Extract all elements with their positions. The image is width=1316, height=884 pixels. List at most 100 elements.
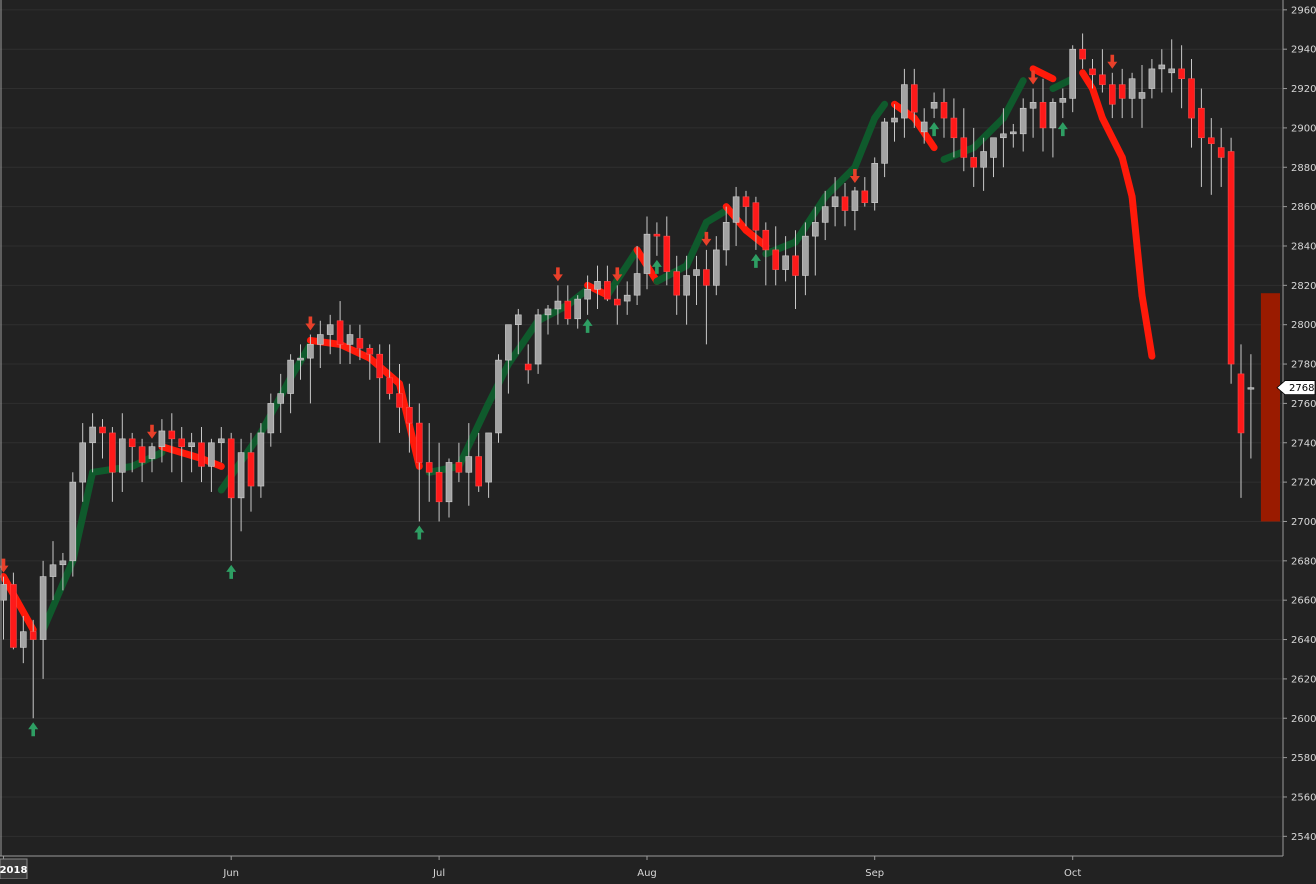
candle-body-21 xyxy=(208,442,215,467)
candle-20 xyxy=(198,427,205,483)
candle-98 xyxy=(970,127,978,187)
candle-body-104 xyxy=(1029,102,1037,109)
candle-body-37 xyxy=(366,348,374,355)
candle-body-52 xyxy=(514,314,522,325)
trailing-stop-segment-52 xyxy=(1029,65,1057,83)
candle-100 xyxy=(990,137,997,178)
candle-117 xyxy=(1158,49,1166,93)
candle-body-13 xyxy=(128,438,136,447)
trailing-stop-segment-5 xyxy=(128,449,166,470)
candle-body-89 xyxy=(881,121,888,164)
candle-113 xyxy=(1118,68,1126,119)
candle-body-87 xyxy=(861,190,869,203)
candle-28 xyxy=(277,373,285,433)
candle-body-110 xyxy=(1089,68,1096,76)
candle-body-38 xyxy=(376,353,384,379)
candle-70 xyxy=(693,255,700,306)
x-tick-label-Oct: Oct xyxy=(1064,868,1081,879)
candle-body-77 xyxy=(762,229,770,251)
y-tick-label-2940: 2940 xyxy=(1291,45,1316,56)
last-price-tag: 2768 xyxy=(1276,380,1316,396)
candle-45 xyxy=(445,458,453,518)
candle-109 xyxy=(1079,33,1086,69)
candle-59 xyxy=(584,275,591,315)
candle-48 xyxy=(475,432,483,492)
candle-74 xyxy=(732,186,740,246)
candle-99 xyxy=(980,137,987,191)
candle-body-18 xyxy=(178,438,185,447)
trailing-stop-segment-20 xyxy=(455,399,493,470)
y-tick-label-2540: 2540 xyxy=(1291,832,1316,843)
candle-72 xyxy=(712,236,720,296)
candle-body-54 xyxy=(534,314,542,365)
x-tick-label-Jun: Jun xyxy=(222,868,239,879)
candle-78 xyxy=(772,226,780,286)
trailing-stop-segment-41 xyxy=(821,163,859,201)
candle-60 xyxy=(594,265,601,309)
candle-119 xyxy=(1178,45,1185,109)
y-tick-label-2580: 2580 xyxy=(1291,753,1316,764)
y-tick-label-2900: 2900 xyxy=(1291,123,1316,134)
candle-body-105 xyxy=(1039,102,1047,129)
x-tick-label-Jul: Jul xyxy=(432,868,445,879)
candle-27 xyxy=(267,393,275,447)
candle-body-120 xyxy=(1188,78,1195,119)
candle-body-97 xyxy=(960,137,968,158)
y-tick-label-2760: 2760 xyxy=(1291,399,1316,410)
candle-53 xyxy=(524,344,532,384)
trailing-stop-segment-34 xyxy=(702,207,730,226)
candle-body-42 xyxy=(415,422,423,463)
candle-66 xyxy=(653,222,661,256)
candle-body-22 xyxy=(218,438,225,444)
candle-body-62 xyxy=(613,298,621,306)
candle-body-7 xyxy=(69,481,77,562)
candle-body-71 xyxy=(703,269,710,286)
candle-body-74 xyxy=(732,196,740,223)
candle-120 xyxy=(1188,59,1195,148)
candle-body-92 xyxy=(910,84,918,113)
candle-body-8 xyxy=(79,442,86,483)
candle-body-109 xyxy=(1079,48,1086,60)
candle-7 xyxy=(69,472,77,577)
candle-body-53 xyxy=(524,363,532,371)
candle-44 xyxy=(435,442,443,522)
x-tick-label-Sep: Sep xyxy=(865,868,884,879)
candle-123 xyxy=(1217,127,1225,187)
candle-body-17 xyxy=(168,430,176,440)
candle-body-118 xyxy=(1168,68,1175,74)
candle-body-67 xyxy=(663,235,671,272)
candle-body-66 xyxy=(653,233,661,237)
candle-14 xyxy=(138,438,146,483)
candle-body-85 xyxy=(841,196,849,211)
trailing-stop-segment-11 xyxy=(257,374,295,437)
candle-106 xyxy=(1049,98,1057,158)
candle-8 xyxy=(79,423,86,502)
candle-body-41 xyxy=(406,407,413,424)
candle-body-88 xyxy=(871,163,879,203)
candle-97 xyxy=(960,108,968,172)
candle-125 xyxy=(1237,344,1245,498)
price-zone-layer xyxy=(1260,293,1280,522)
candle-57 xyxy=(564,285,572,325)
candle-122 xyxy=(1208,118,1215,195)
candle-body-30 xyxy=(297,357,304,361)
trailing-stop-segment-15 xyxy=(336,340,374,362)
candle-body-100 xyxy=(990,137,997,158)
trailing-stop-segment-60 xyxy=(1128,193,1146,299)
candle-body-108 xyxy=(1069,48,1076,99)
candle-42 xyxy=(415,403,423,522)
buy-arrow-icon-15 xyxy=(1057,122,1068,137)
trailing-stop-segment-42 xyxy=(851,114,879,171)
y-tick-label-2620: 2620 xyxy=(1291,674,1316,685)
candle-body-33 xyxy=(326,324,334,335)
candle-body-64 xyxy=(633,273,641,296)
candle-118 xyxy=(1168,39,1175,93)
candle-body-73 xyxy=(722,222,730,251)
x-tick-label-Aug: Aug xyxy=(637,868,657,879)
candle-body-99 xyxy=(980,151,987,168)
candle-body-69 xyxy=(683,275,690,296)
candle-body-26 xyxy=(257,432,265,487)
candle-87 xyxy=(861,177,869,207)
candle-body-81 xyxy=(802,235,809,276)
candle-body-19 xyxy=(188,442,195,447)
